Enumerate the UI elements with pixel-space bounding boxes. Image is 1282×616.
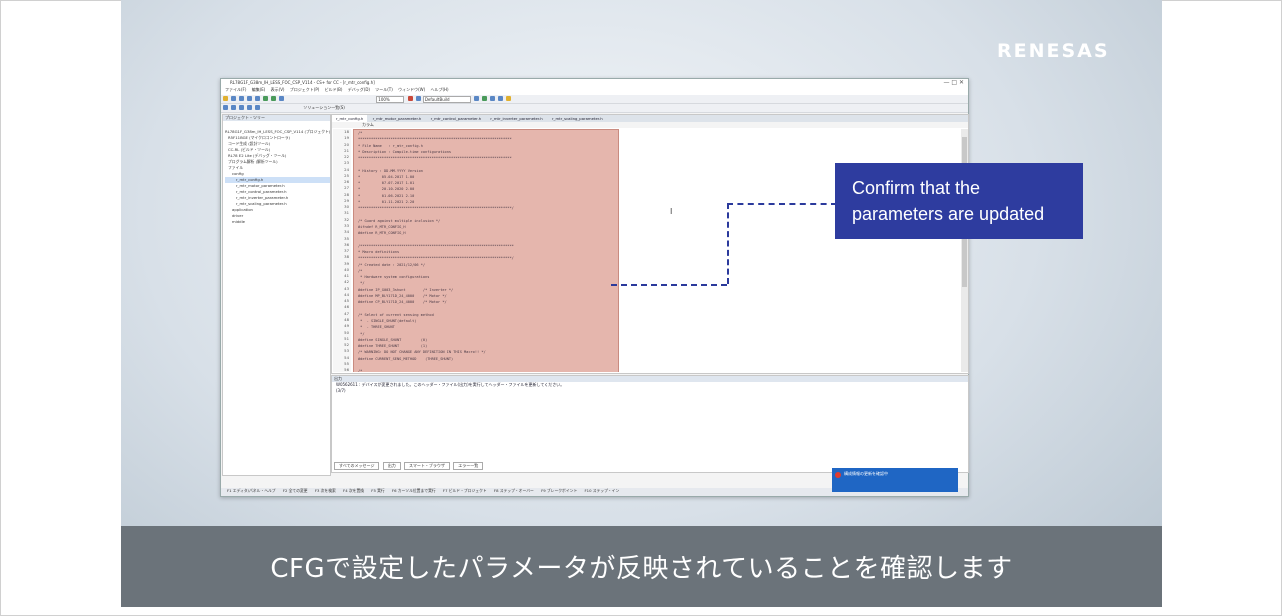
redo-icon[interactable] bbox=[271, 96, 276, 101]
notification-text: 構成情報の更新を確認中 bbox=[844, 471, 888, 476]
find-icon[interactable] bbox=[279, 96, 284, 101]
editor-tabs: r_mtr_config.h r_mtr_motor_parameter.h r… bbox=[332, 115, 968, 122]
sub-toolbar: ソリューション一覧(S) bbox=[221, 104, 968, 113]
subtitle-text: CFGで設定したパラメータが反映されていることを確認します bbox=[270, 554, 1013, 584]
layout-icon[interactable] bbox=[255, 105, 260, 110]
tab-control-param[interactable]: r_mtr_control_parameter.h bbox=[427, 115, 485, 122]
connector-line bbox=[727, 203, 729, 284]
code-line[interactable]: /* bbox=[354, 368, 618, 372]
output-pane: 出力 W0562611 : デバイスが変更されました。このヘッダー・ファイル(出… bbox=[331, 375, 969, 473]
callout-box: Confirm that the parameters are updated bbox=[835, 163, 1083, 239]
notification-toast[interactable]: 構成情報の更新を確認中 bbox=[832, 468, 958, 492]
build-icon[interactable] bbox=[407, 96, 413, 101]
undo-icon[interactable] bbox=[263, 96, 268, 101]
tab-output[interactable]: 出力 bbox=[382, 462, 401, 470]
build-mode-select[interactable]: DefaultBuild bbox=[422, 96, 471, 103]
tree-item-middle[interactable]: middle bbox=[225, 219, 330, 225]
break-icon[interactable] bbox=[506, 96, 512, 101]
fkey-1[interactable]: F1 エディタ/パネル・ヘルプ bbox=[227, 488, 276, 493]
save-icon[interactable] bbox=[231, 96, 236, 101]
line-number: 56 bbox=[344, 367, 349, 372]
menu-project[interactable]: プロジェクト(P) bbox=[290, 87, 320, 92]
fkey-6[interactable]: F6 カーソル位置まで実行 bbox=[392, 488, 436, 493]
line-gutter: 18 19 20 21 22 23 24 25 26 27 28 29 30 31 32 33 34 35 36 37… bbox=[333, 129, 351, 372]
text-cursor: I bbox=[670, 207, 673, 216]
project-tree: RL78G1F_G38m_IH_LESS_FOC_CSP_V114 (プロジェク… bbox=[225, 129, 331, 225]
zoom-select[interactable]: 100% bbox=[376, 96, 405, 103]
callout-line-1: Confirm that the bbox=[852, 178, 981, 198]
renesas-logo: RENESAS bbox=[997, 40, 1110, 62]
copy-icon[interactable] bbox=[247, 96, 252, 101]
editor-toolbar: カラム bbox=[332, 122, 968, 128]
menu-view[interactable]: 表示(V) bbox=[271, 87, 285, 92]
tab-smart-browser[interactable]: スマート・ブラウザ bbox=[404, 462, 450, 470]
fkey-10[interactable]: F10 ステップ・イン bbox=[584, 488, 619, 493]
subtitle-bar: CFGで設定したパラメータが反映されていることを確認します bbox=[121, 526, 1162, 607]
callout-line-2: parameters are updated bbox=[852, 204, 1045, 224]
menu-window[interactable]: ウィンドウ(W) bbox=[398, 87, 425, 92]
menu-edit[interactable]: 編集(E) bbox=[252, 87, 266, 92]
alert-icon bbox=[835, 472, 841, 478]
tab-scaling-param[interactable]: r_mtr_scaling_parameter.h bbox=[548, 115, 607, 122]
window-title: RL78G1F_G38m_IH_LESS_FOC_CSP_V114 - CS+ … bbox=[230, 80, 375, 85]
window-controls[interactable]: — □ ✕ bbox=[943, 79, 964, 86]
tab-inverter-param[interactable]: r_mtr_inverter_parameter.h bbox=[486, 115, 546, 122]
video-slide: RENESAS RL78G1F_G38m_IH_LESS_FOC_CSP_V11… bbox=[121, 0, 1162, 607]
rebuild-icon[interactable] bbox=[415, 96, 421, 101]
tab-all-messages[interactable]: すべてのメッセージ bbox=[334, 462, 380, 470]
ide-window: RL78G1F_G38m_IH_LESS_FOC_CSP_V114 - CS+ … bbox=[220, 78, 969, 497]
step-icon[interactable] bbox=[490, 96, 496, 101]
nav-forward-icon[interactable] bbox=[231, 105, 236, 110]
fkey-9[interactable]: F9 ブレークポイント bbox=[541, 488, 577, 493]
output-message-2: (3/7) bbox=[336, 388, 346, 393]
project-tree-pane: プロジェクト・ツリー RL78G1F_G38m_IH_LESS_FOC_CSP_… bbox=[222, 114, 331, 476]
tab-config[interactable]: r_mtr_config.h bbox=[332, 115, 368, 122]
connector-line bbox=[727, 203, 837, 205]
nav-back-icon[interactable] bbox=[223, 105, 228, 110]
run-icon[interactable] bbox=[482, 96, 488, 101]
debug-icon[interactable] bbox=[474, 96, 480, 101]
fkey-8[interactable]: F8 ステップ・オーバー bbox=[494, 488, 534, 493]
menu-file[interactable]: ファイル(F) bbox=[225, 87, 246, 92]
cut-icon[interactable] bbox=[239, 96, 244, 101]
bookmark-icon[interactable] bbox=[239, 105, 244, 110]
project-tree-title: プロジェクト・ツリー bbox=[223, 115, 330, 121]
editor-pane: r_mtr_config.h r_mtr_motor_parameter.h r… bbox=[331, 114, 969, 374]
main-toolbar: 100% DefaultBuild bbox=[221, 95, 968, 104]
tab-error-list[interactable]: エラー一覧 bbox=[453, 462, 484, 470]
column-label[interactable]: カラム bbox=[362, 122, 374, 127]
stop-icon[interactable] bbox=[498, 96, 504, 101]
connector-line bbox=[611, 284, 727, 286]
tab-motor-param[interactable]: r_mtr_motor_parameter.h bbox=[369, 115, 426, 122]
solution-list-button[interactable]: ソリューション一覧(S) bbox=[302, 105, 345, 110]
menu-bar: ファイル(F) 編集(E) 表示(V) プロジェクト(P) ビルド(B) デバッ… bbox=[221, 87, 968, 95]
menu-debug[interactable]: デバッグ(D) bbox=[348, 87, 370, 92]
open-icon[interactable] bbox=[223, 96, 228, 101]
fkey-2[interactable]: F2 全ての変更 bbox=[283, 488, 308, 493]
paste-icon[interactable] bbox=[255, 96, 260, 101]
menu-help[interactable]: ヘルプ(H) bbox=[430, 87, 448, 92]
menu-build[interactable]: ビルド(B) bbox=[325, 87, 343, 92]
fkey-4[interactable]: F4 次を置換 bbox=[343, 488, 364, 493]
fkey-3[interactable]: F3 次を検索 bbox=[315, 488, 336, 493]
menu-tools[interactable]: ツール(T) bbox=[375, 87, 393, 92]
highlighted-code[interactable]: /* **************************************… bbox=[353, 129, 619, 372]
output-tabs: すべてのメッセージ 出力 スマート・ブラウザ エラー一覧 bbox=[332, 462, 484, 470]
title-bar: RL78G1F_G38m_IH_LESS_FOC_CSP_V114 - CS+ … bbox=[221, 79, 968, 87]
fkey-7[interactable]: F7 ビルド・プロジェクト bbox=[443, 488, 487, 493]
window-list-icon[interactable] bbox=[247, 105, 252, 110]
fkey-5[interactable]: F5 実行 bbox=[371, 488, 384, 493]
